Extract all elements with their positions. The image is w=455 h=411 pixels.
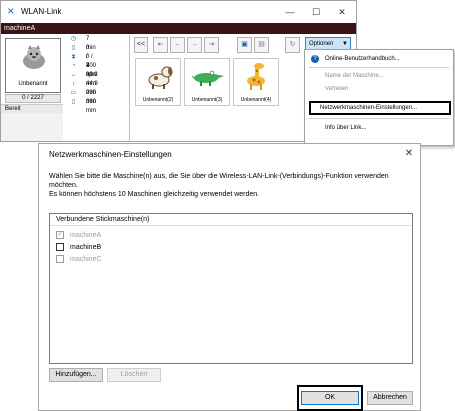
horizontal-scrollbar[interactable] (1, 113, 63, 141)
close-button[interactable]: ✕ (335, 5, 349, 19)
hoop-width-icon: ▭ (70, 90, 77, 96)
crocodile-design-icon (192, 70, 224, 86)
title-bar[interactable]: ✕ WLAN-Link — ☐ ✕ (1, 1, 356, 23)
menu-item-about[interactable]: Info über Link... (305, 122, 453, 134)
ok-button[interactable]: OK (301, 391, 359, 405)
move-last-icon[interactable]: ⇥ (204, 37, 219, 53)
menu-item-network-settings[interactable]: Netzwerkmaschinen-Einstellungen... (309, 101, 451, 115)
time-elapsed-icon: ⧗ (71, 54, 76, 60)
list-item-machine-c: machineC (56, 254, 356, 265)
design-name: Unbenannt(3) (191, 97, 223, 103)
design-thumbnail[interactable]: Unbenannt(4) (233, 58, 279, 106)
machine-name: machineA (4, 25, 36, 32)
machine-label: machineB (70, 244, 102, 251)
checkbox[interactable] (56, 243, 64, 251)
width-icon: ↔ (70, 72, 77, 78)
move-first-icon[interactable]: ⇤ (153, 37, 168, 53)
menu-separator (309, 118, 449, 119)
height-icon: ↕ (72, 81, 75, 87)
hoop-height-icon: ▯ (71, 99, 76, 105)
dog-design-icon (148, 66, 173, 89)
spool-icon: ▯ (71, 45, 76, 51)
preview-design-name: Unbenannt (18, 81, 48, 87)
clock-icon: ◷ (70, 36, 77, 42)
menu-separator (309, 67, 449, 68)
instruction-text: möchten. (49, 182, 78, 189)
cancel-button[interactable]: Abbrechen (367, 391, 413, 405)
design-thumbnail[interactable]: Unbenannt(3) (184, 58, 230, 106)
maximize-button[interactable]: ☐ (309, 5, 323, 19)
machine-tab[interactable]: machineA (1, 23, 356, 34)
help-icon: ? (311, 55, 319, 63)
options-label: Optionen (309, 41, 334, 47)
giraffe-design-icon (247, 63, 265, 90)
machine-label: machineC (70, 256, 102, 263)
stat-value: 360 mm (86, 99, 97, 114)
dialog-title: Netzwerkmaschinen-Einstellungen (49, 150, 172, 159)
speed-icon: ◔ (71, 63, 76, 69)
design-name: Unbenannt(2) (142, 97, 174, 103)
delete-button: Löschen (107, 368, 161, 382)
design-thumbnail[interactable]: Unbenannt(2) (135, 58, 181, 106)
move-right-icon[interactable]: → (187, 37, 202, 53)
machine-list[interactable]: Verbundene Stickmaschine(n) ✓ machineA m… (49, 213, 413, 364)
machine-label: machineA (70, 232, 102, 239)
current-design-preview[interactable]: Unbenannt (5, 38, 61, 93)
menu-item-online-manual[interactable]: ? Online-Benutzerhandbuch... (305, 53, 453, 65)
window-title: WLAN-Link (21, 7, 62, 16)
move-left-icon[interactable]: ← (170, 37, 185, 53)
list-item-machine-b[interactable]: machineB (56, 242, 356, 253)
close-icon[interactable]: ✕ (403, 148, 415, 160)
delete-design-icon[interactable]: ▤ (254, 37, 269, 53)
menu-item-distribute[interactable]: Verteilen (305, 86, 453, 93)
list-header[interactable]: Verbundene Stickmaschine(n) (50, 214, 412, 226)
list-item-machine-a: ✓ machineA (56, 230, 356, 241)
status-bar: Bereit (1, 104, 63, 113)
status-text: Bereit (5, 106, 21, 112)
instruction-text: Wählen Sie bitte die Maschine(n) aus, di… (49, 173, 389, 180)
panel-divider (129, 35, 130, 141)
stitch-counter: 0 / 2227 (5, 94, 61, 103)
cat-design-icon (23, 45, 45, 69)
design-name: Unbenannt(4) (240, 97, 272, 103)
refresh-icon[interactable]: ↻ (285, 37, 300, 53)
network-settings-dialog: Netzwerkmaschinen-Einstellungen ✕ Wählen… (38, 143, 421, 411)
scroll-left-button[interactable]: << (134, 37, 148, 53)
options-menu: ? Online-Benutzerhandbuch... Name der Ma… (304, 49, 454, 146)
checkbox (56, 255, 64, 263)
minimize-button[interactable]: — (283, 5, 297, 19)
add-button[interactable]: Hinzufügen... (49, 368, 103, 382)
menu-item-machine-name[interactable]: Name der Maschine... (305, 70, 453, 82)
wlan-link-app-icon: ✕ (7, 6, 15, 16)
send-design-icon[interactable]: ▣ (237, 37, 252, 53)
instruction-note: Es können höchstens 10 Maschinen gleichz… (49, 191, 260, 198)
checkbox: ✓ (56, 231, 64, 239)
